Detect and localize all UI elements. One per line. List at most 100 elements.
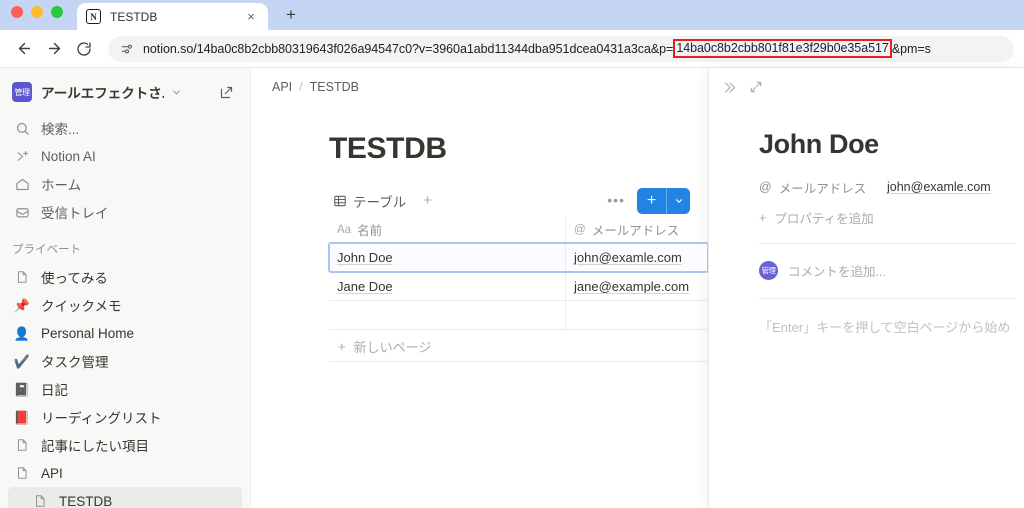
table-row[interactable]: [329, 301, 708, 330]
sidebar-item-testdb[interactable]: TESTDB: [8, 487, 242, 508]
browser-tab[interactable]: N TESTDB ×: [77, 3, 268, 30]
more-options-button[interactable]: •••: [607, 193, 625, 208]
compose-icon[interactable]: [214, 80, 238, 104]
window-traffic-lights: [11, 0, 63, 30]
sidebar-item-label: Personal Home: [41, 325, 135, 341]
workspace-switcher[interactable]: 管理 アールエフェクトさ...: [8, 76, 242, 108]
sidebar-item-label: ホーム: [41, 178, 82, 193]
comment-input[interactable]: コメントを追加...: [788, 261, 886, 280]
page-title[interactable]: TESTDB: [329, 131, 708, 167]
peek-title[interactable]: John Doe: [759, 129, 1018, 160]
reload-button[interactable]: [70, 35, 98, 63]
peek-toolbar: [709, 72, 1024, 102]
database-view-bar: テーブル + ••• +: [329, 184, 708, 217]
new-record-button-group[interactable]: +: [637, 187, 690, 214]
cell-text: John Doe: [337, 249, 393, 265]
sidebar-item-reading-list[interactable]: 📕 リーディングリスト: [8, 403, 242, 431]
url-highlighted-page-id: 14ba0c8b2cbb801f81e3f29b0e35a517: [673, 39, 892, 58]
cell-text: Jane Doe: [337, 278, 393, 294]
cell-email[interactable]: [566, 301, 708, 329]
sidebar-item-label: 日記: [41, 383, 68, 398]
expand-icon[interactable]: [744, 76, 767, 99]
breadcrumb-parent[interactable]: API: [272, 80, 292, 94]
chevron-down-icon[interactable]: [171, 87, 182, 98]
property-label-text: メールアドレス: [778, 181, 867, 196]
peek-body: John Doe @ メールアドレス john@examle.com + プロパ…: [709, 102, 1024, 336]
property-label[interactable]: @ メールアドレス: [759, 178, 887, 197]
cell-email[interactable]: jane@example.com: [566, 272, 708, 300]
peek-panel: John Doe @ メールアドレス john@examle.com + プロパ…: [708, 68, 1024, 508]
sidebar-item-personal-home[interactable]: 👤 Personal Home: [8, 319, 242, 347]
column-header-name[interactable]: Aa 名前: [329, 217, 566, 242]
sidebar-item-notion-ai[interactable]: Notion AI: [8, 142, 242, 170]
workspace-icon: 管理: [12, 82, 32, 102]
sidebar-item-inbox[interactable]: 受信トレイ: [8, 198, 242, 226]
url-suffix: &pm=s: [891, 41, 931, 56]
divider: [759, 298, 1016, 300]
sidebar-item-diary[interactable]: 📓 日記: [8, 375, 242, 403]
page-icon: [12, 463, 32, 483]
text-type-icon: Aa: [337, 223, 352, 236]
sidebar-section-private: プライベート: [12, 244, 81, 256]
page-icon: [12, 435, 32, 455]
table-row[interactable]: Jane Doe jane@example.com: [329, 272, 708, 301]
add-view-button[interactable]: +: [423, 192, 432, 209]
database-page: TESTDB テーブル + ••• + Aa 名前 @ メールアドレス John…: [251, 101, 708, 362]
sidebar-item-quick-note[interactable]: 📌 クイックメモ: [8, 291, 242, 319]
new-record-button[interactable]: +: [637, 188, 666, 214]
address-bar[interactable]: notion.so/14ba0c8b2cbb80319643f026a94547…: [108, 35, 1014, 62]
sidebar-item-label: 記事にしたい項目: [41, 439, 149, 454]
sidebar-item-label: リーディングリスト: [41, 411, 162, 426]
sidebar-item-search[interactable]: 検索...: [8, 114, 242, 142]
sidebar-item-home[interactable]: ホーム: [8, 170, 242, 198]
cell-email[interactable]: john@examle.com: [566, 243, 708, 271]
property-value[interactable]: john@examle.com: [887, 180, 991, 194]
sidebar-item-label: クイックメモ: [41, 299, 122, 314]
column-header-label: 名前: [357, 224, 383, 238]
inbox-icon: [12, 202, 32, 222]
sidebar-item-article-ideas[interactable]: 記事にしたい項目: [8, 431, 242, 459]
tab-title: TESTDB: [110, 9, 158, 24]
cell-name[interactable]: Jane Doe: [329, 272, 566, 300]
tab-table-view[interactable]: テーブル: [329, 188, 410, 214]
sidebar-item-try-it[interactable]: 使ってみる: [8, 263, 242, 291]
url-prefix: notion.so/14ba0c8b2cbb80319643f026a94547…: [143, 41, 674, 56]
empty-page-hint: 「Enter」キーを押して空白ページから始め: [759, 320, 1011, 336]
minimize-window-button[interactable]: [31, 6, 43, 18]
sidebar-item-api[interactable]: API: [8, 459, 242, 487]
table-icon: [333, 194, 347, 208]
database-table: Aa 名前 @ メールアドレス John Doe john@examle.com: [328, 217, 708, 362]
divider: [759, 243, 1016, 245]
add-property-label: プロパティを追加: [774, 212, 874, 227]
back-button[interactable]: [10, 35, 38, 63]
maximize-window-button[interactable]: [51, 6, 63, 18]
new-record-dropdown-button[interactable]: [667, 188, 690, 214]
new-tab-button[interactable]: +: [280, 4, 302, 26]
page-icon: [30, 491, 50, 508]
breadcrumb-current[interactable]: TESTDB: [310, 80, 359, 94]
sidebar-item-label: 使ってみる: [41, 271, 108, 286]
add-comment-row[interactable]: 管理 コメントを追加...: [759, 254, 1018, 286]
add-property-button[interactable]: + プロパティを追加: [759, 204, 1018, 231]
sidebar-item-label: API: [41, 465, 63, 481]
close-window-button[interactable]: [11, 6, 23, 18]
email-type-icon: @: [574, 223, 586, 236]
forward-button[interactable]: [40, 35, 68, 63]
workspace-name: アールエフェクトさ...: [41, 86, 164, 101]
plus-icon: +: [338, 338, 346, 354]
table-row[interactable]: John Doe john@examle.com: [328, 242, 708, 273]
double-chevron-right-icon[interactable]: [718, 76, 741, 99]
view-tab-label: テーブル: [353, 194, 407, 210]
home-icon: [12, 174, 32, 194]
browser-toolbar: notion.so/14ba0c8b2cbb80319643f026a94547…: [0, 30, 1024, 68]
cell-name[interactable]: [329, 301, 566, 329]
plus-icon: +: [759, 210, 767, 225]
property-row-email[interactable]: @ メールアドレス john@examle.com: [759, 173, 1018, 201]
column-header-email[interactable]: @ メールアドレス: [566, 217, 708, 242]
cell-name[interactable]: John Doe: [329, 243, 566, 271]
new-page-row-button[interactable]: + 新しいページ: [329, 331, 708, 362]
sidebar-item-task-management[interactable]: ✔️ タスク管理: [8, 347, 242, 375]
site-settings-icon[interactable]: [119, 41, 134, 56]
browser-chrome: N TESTDB × + notion.so/14ba0c8b2cbb80319…: [0, 0, 1024, 68]
close-tab-icon[interactable]: ×: [243, 9, 259, 25]
